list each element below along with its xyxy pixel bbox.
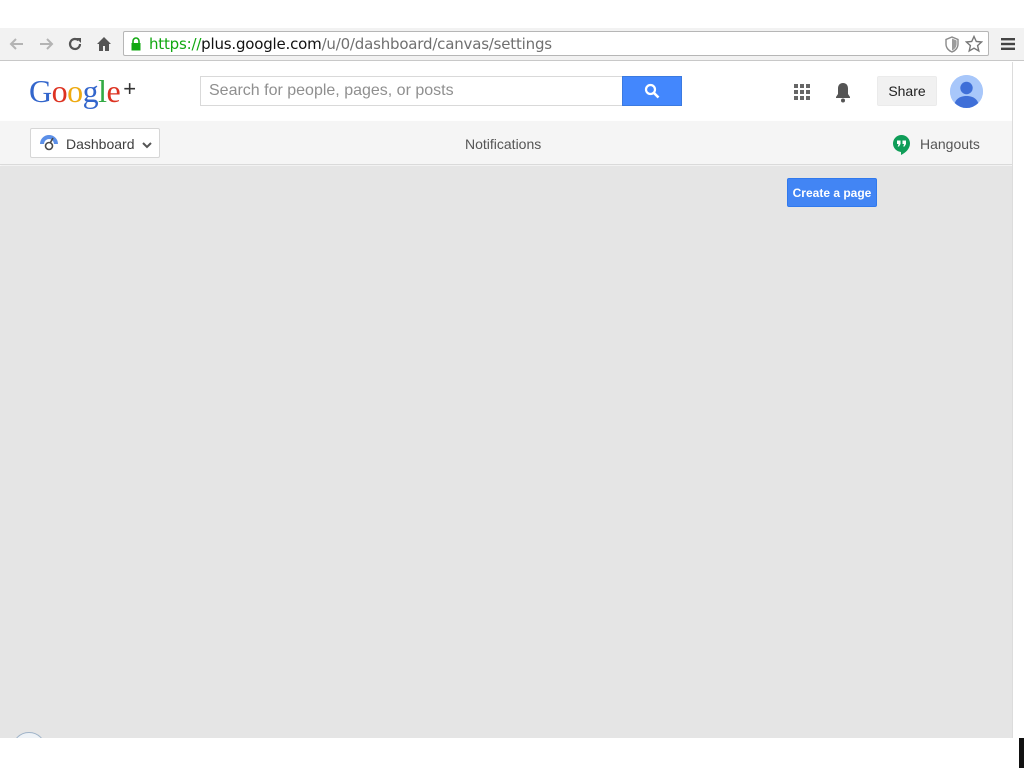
- search-input[interactable]: [201, 77, 623, 105]
- logo-letter: g: [82, 73, 99, 109]
- screen: https://plus.google.com/u/0/dashboard/ca…: [0, 0, 1024, 768]
- url-host: plus.google.com: [201, 35, 322, 53]
- bell-icon: [836, 83, 850, 103]
- main-content: Create a page: [0, 166, 1012, 766]
- nav-bar: Dashboard Notifications Hangouts: [0, 121, 1012, 165]
- reload-button[interactable]: [63, 32, 87, 56]
- hangouts-icon: [893, 134, 910, 155]
- notifications-button[interactable]: [831, 79, 855, 105]
- page-scrollbar[interactable]: [1012, 62, 1024, 738]
- logo-letter: o: [67, 73, 83, 109]
- hangouts-button[interactable]: Hangouts: [892, 134, 980, 155]
- logo-plus: +: [123, 76, 136, 101]
- arrow-right-icon: [40, 38, 54, 50]
- chevron-down-icon: [141, 138, 153, 156]
- dashboard-dropdown[interactable]: Dashboard: [30, 128, 160, 158]
- url-path: /u/0/dashboard/canvas/settings: [321, 35, 553, 53]
- address-bar[interactable]: https://plus.google.com/u/0/dashboard/ca…: [123, 31, 989, 56]
- gplus-header: Google+ Share: [0, 62, 1012, 121]
- shield-icon[interactable]: [943, 35, 961, 53]
- user-avatar[interactable]: [950, 75, 983, 108]
- google-plus-logo[interactable]: Google +: [29, 74, 136, 108]
- home-icon: [97, 37, 111, 51]
- browser-menu-button[interactable]: [996, 32, 1020, 56]
- forward-button[interactable]: [34, 32, 58, 56]
- window-corner: [1019, 738, 1024, 768]
- home-button[interactable]: [92, 32, 116, 56]
- apps-grid-icon: [794, 84, 810, 100]
- reload-icon: [68, 37, 82, 51]
- logo-letter: e: [106, 73, 121, 109]
- nav-notifications-link[interactable]: Notifications: [465, 136, 541, 152]
- arrow-left-icon: [9, 38, 23, 50]
- logo-letter: G: [29, 73, 52, 109]
- logo-letter: l: [98, 73, 107, 109]
- window-title-strip: [0, 0, 1024, 28]
- bottom-strip: [0, 738, 1024, 768]
- logo-letter: o: [51, 73, 68, 109]
- url-scheme: https://: [149, 35, 202, 53]
- browser-toolbar: https://plus.google.com/u/0/dashboard/ca…: [0, 28, 1024, 61]
- apps-button[interactable]: [790, 80, 814, 104]
- search-icon: [644, 83, 660, 99]
- hangouts-label: Hangouts: [920, 136, 980, 152]
- share-button[interactable]: Share: [877, 76, 937, 106]
- lock-icon: [131, 37, 141, 56]
- back-button[interactable]: [5, 32, 29, 56]
- hamburger-menu-icon: [1001, 38, 1015, 50]
- star-icon[interactable]: [965, 35, 983, 53]
- dashboard-label: Dashboard: [66, 136, 135, 152]
- create-page-button[interactable]: Create a page: [787, 178, 877, 207]
- search-button[interactable]: [622, 76, 682, 106]
- search-box: [200, 76, 623, 106]
- dashboard-gauge-icon: [39, 135, 59, 158]
- url-text: https://plus.google.com/u/0/dashboard/ca…: [149, 36, 552, 53]
